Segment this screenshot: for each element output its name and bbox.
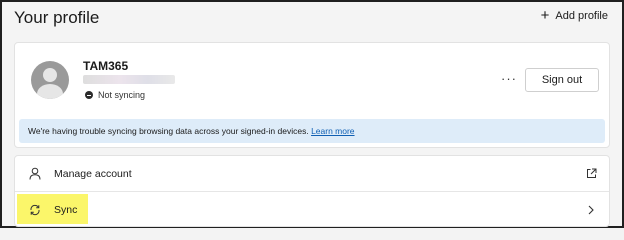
settings-list: Manage account Sync bbox=[14, 155, 610, 227]
sync-error-notice: We're having trouble syncing browsing da… bbox=[19, 119, 605, 143]
profile-card: TAM365 Not syncing ··· Sign out We're ha… bbox=[14, 42, 610, 148]
avatar-head bbox=[43, 68, 57, 82]
settings-frame: Your profile + Add profile TAM365 Not sy… bbox=[0, 0, 624, 228]
more-options-button[interactable]: ··· bbox=[501, 71, 517, 86]
sync-status: Not syncing bbox=[85, 90, 145, 100]
profile-name: TAM365 bbox=[83, 59, 129, 73]
sync-icon bbox=[28, 203, 42, 217]
avatar-body bbox=[37, 84, 63, 99]
add-profile-button[interactable]: + Add profile bbox=[540, 7, 608, 24]
page-title: Your profile bbox=[14, 8, 100, 27]
sync-row[interactable]: Sync bbox=[15, 192, 609, 228]
notice-text: We're having trouble syncing browsing da… bbox=[28, 126, 312, 136]
sync-label: Sync bbox=[54, 204, 78, 216]
manage-account-label: Manage account bbox=[54, 167, 132, 180]
manage-account-row[interactable]: Manage account bbox=[15, 156, 609, 192]
sync-off-icon bbox=[85, 91, 93, 99]
plus-icon: + bbox=[540, 7, 550, 24]
sign-out-button[interactable]: Sign out bbox=[525, 68, 599, 92]
redacted-email bbox=[83, 75, 175, 84]
sync-status-label: Not syncing bbox=[98, 90, 146, 100]
avatar bbox=[31, 61, 69, 99]
open-external-icon bbox=[585, 168, 597, 180]
chevron-right-icon bbox=[585, 204, 597, 216]
add-profile-label: Add profile bbox=[555, 10, 608, 22]
learn-more-link[interactable]: Learn more bbox=[311, 126, 354, 136]
person-icon bbox=[28, 167, 42, 181]
